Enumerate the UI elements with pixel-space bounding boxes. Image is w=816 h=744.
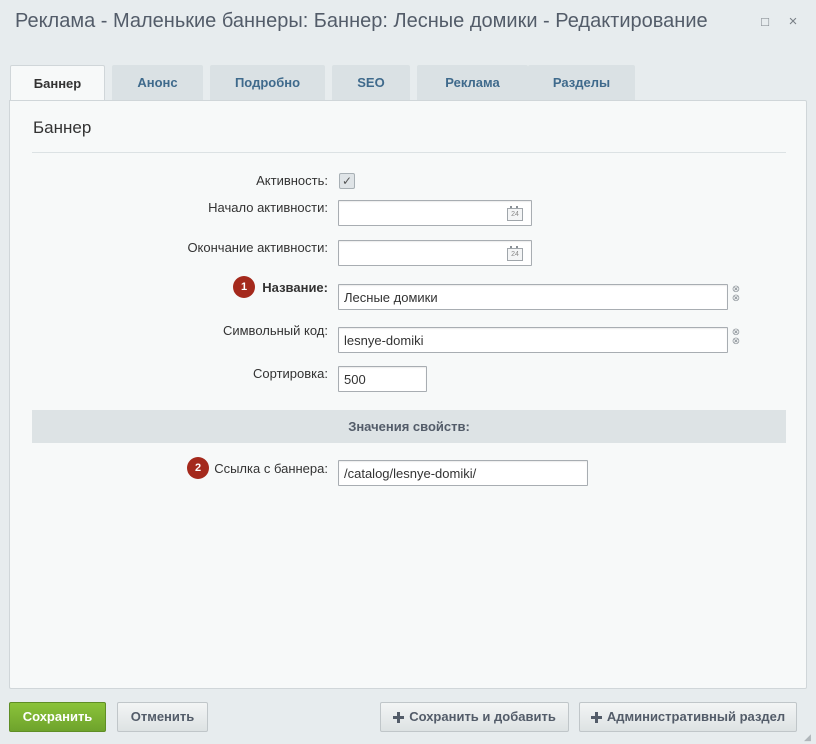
link-icon[interactable]: ⊗ ⊗ (730, 328, 742, 348)
save-button[interactable]: Сохранить (9, 702, 106, 732)
panel-title: Баннер (33, 118, 92, 137)
window-titlebar: Реклама - Маленькие баннеры: Баннер: Лес… (0, 0, 816, 46)
tab-details[interactable]: Подробно (210, 65, 325, 100)
properties-header: Значения свойств: (32, 410, 786, 443)
end-date-input[interactable] (338, 240, 532, 266)
active-checkbox[interactable]: ✓ (339, 173, 355, 189)
admin-section-label: Административный раздел (606, 709, 786, 724)
tab-announce[interactable]: Анонс (112, 65, 203, 100)
resize-grip-icon[interactable]: ◢ (804, 732, 814, 742)
edit-panel: Баннер Активность: ✓ Начало активности: … (9, 100, 807, 689)
close-icon[interactable]: × (784, 13, 802, 31)
sort-input[interactable] (338, 366, 427, 392)
cancel-button[interactable]: Отменить (117, 702, 208, 732)
divider (32, 152, 786, 153)
code-label: Символьный код: (222, 323, 328, 338)
plus-icon (590, 712, 602, 723)
link-icon[interactable]: ⊗ ⊗ (730, 285, 742, 305)
sort-label: Сортировка: (253, 366, 328, 381)
tab-advertising[interactable]: Реклама (417, 65, 528, 100)
active-label: Активность: (256, 173, 328, 188)
code-input[interactable] (338, 327, 728, 353)
window-title: Реклама - Маленькие баннеры: Баннер: Лес… (15, 10, 708, 32)
tab-sections[interactable]: Разделы (528, 65, 635, 100)
save-and-add-label: Сохранить и добавить (409, 709, 556, 724)
end-date-label: Окончание активности: (187, 240, 328, 255)
banner-link-input[interactable] (338, 460, 588, 486)
plus-icon (393, 712, 405, 723)
calendar-icon[interactable]: 24 (507, 206, 523, 221)
step-badge-2: 2 (187, 457, 209, 479)
name-input[interactable] (338, 284, 728, 310)
banner-link-label: Ссылка с баннера: (214, 461, 328, 476)
start-date-label: Начало активности: (208, 200, 328, 215)
step-badge-1: 1 (233, 276, 255, 298)
name-label: Название: (262, 280, 328, 295)
admin-section-button[interactable]: Административный раздел (579, 702, 797, 732)
save-and-add-button[interactable]: Сохранить и добавить (380, 702, 569, 732)
calendar-icon[interactable]: 24 (507, 246, 523, 261)
start-date-input[interactable] (338, 200, 532, 226)
tab-banner[interactable]: Баннер (10, 65, 105, 101)
maximize-icon[interactable]: □ (756, 13, 774, 31)
tab-seo[interactable]: SEO (332, 65, 410, 100)
